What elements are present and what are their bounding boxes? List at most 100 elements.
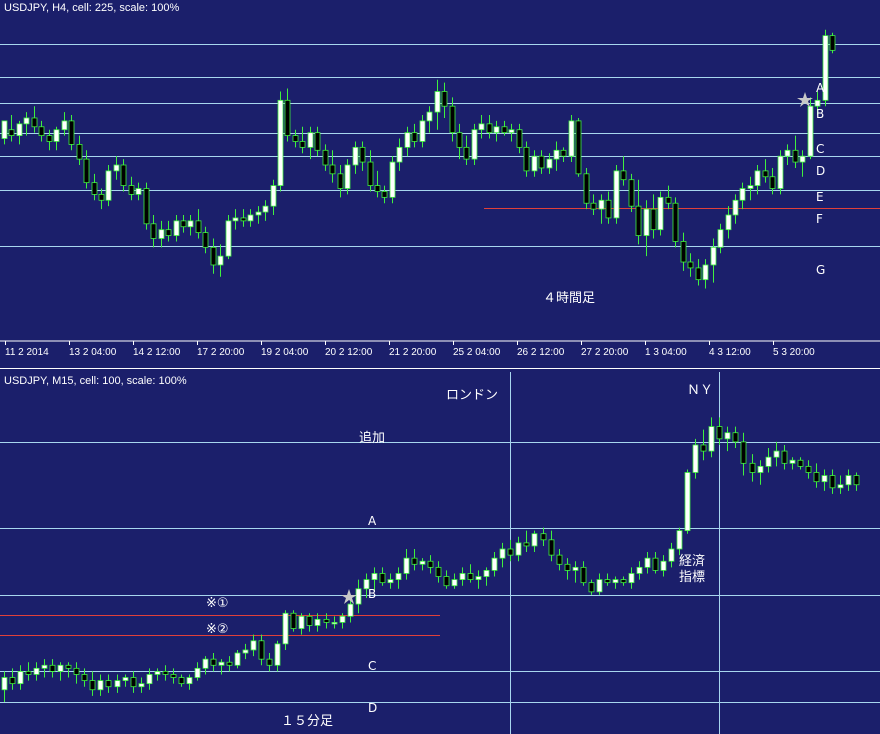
- m15-candle-body: [443, 576, 450, 587]
- h4-candle: [135, 182, 142, 201]
- h4-candle-body: [747, 185, 754, 189]
- m15-candle-body: [1, 677, 8, 691]
- m15-candle: [387, 573, 394, 589]
- m15-candle: [242, 643, 249, 660]
- m15-candle-body: [403, 557, 410, 574]
- m15-candle: [89, 671, 96, 696]
- h4-candle-body: [1, 120, 8, 139]
- m15-panel: USDJPY, M15, cell: 100, scale: 100% A B …: [0, 372, 880, 734]
- m15-candle: [612, 576, 619, 589]
- h4-candle-body: [128, 185, 135, 195]
- m15-candle-body: [355, 588, 362, 605]
- m15-candle-body: [596, 579, 603, 593]
- h4-candle-body: [478, 123, 485, 131]
- m15-candle: [644, 552, 651, 574]
- m15-candle: [210, 653, 217, 672]
- h4-candle-body: [493, 126, 500, 134]
- h4-candle: [575, 117, 582, 177]
- x-tick-label: 19 2 04:00: [261, 347, 309, 358]
- m15-candle-body: [564, 563, 571, 571]
- h4-candle-body: [120, 164, 127, 186]
- h4-level-lines: [0, 44, 880, 247]
- m15-candle-body: [250, 640, 257, 651]
- h4-candle-body: [814, 99, 821, 107]
- m15-candle: [515, 536, 522, 562]
- h4-candle: [463, 135, 470, 165]
- m15-candle-body: [708, 426, 715, 452]
- m15-candle-body: [81, 674, 88, 681]
- m15-candle-body: [146, 674, 153, 685]
- m15-star-icon: [341, 589, 357, 604]
- h4-candle-body: [441, 91, 448, 107]
- h4-candle-body: [337, 173, 344, 189]
- m15-candle: [290, 610, 297, 632]
- m15-candle-body: [805, 465, 812, 473]
- m15-candle: [250, 634, 257, 657]
- m15-candle-body: [331, 622, 338, 625]
- m15-candle-body: [700, 444, 707, 452]
- h4-candle: [217, 244, 224, 277]
- m15-candle: [749, 454, 756, 482]
- h4-level-c: C: [816, 142, 824, 156]
- h4-candle: [754, 165, 761, 195]
- m15-econ-label-2: 指標: [679, 570, 705, 585]
- x-tick-label: 17 2 20:00: [197, 347, 245, 358]
- m15-header: USDJPY, M15, cell: 100, scale: 100%: [4, 375, 187, 387]
- m15-candle-body: [65, 664, 72, 669]
- m15-candle-body: [130, 677, 137, 688]
- h4-candle-body: [31, 117, 38, 128]
- h4-candle-body: [680, 241, 687, 263]
- m15-candle-body: [813, 472, 820, 483]
- h4-candle: [829, 32, 836, 54]
- m15-candle: [298, 613, 305, 635]
- m15-candle-body: [572, 566, 579, 571]
- h4-candle-body: [486, 123, 493, 134]
- m15-candle-body: [105, 680, 112, 688]
- h4-candle: [344, 159, 351, 195]
- h4-level-b: B: [816, 107, 824, 121]
- x-tick-label: 21 2 20:00: [389, 347, 437, 358]
- h4-candle-body: [613, 170, 620, 219]
- h4-candle: [120, 159, 127, 192]
- x-tick-label: 20 2 12:00: [325, 347, 373, 358]
- h4-candle: [434, 79, 441, 130]
- h4-caption: ４時間足: [543, 291, 595, 306]
- h4-candle-body: [657, 196, 664, 231]
- h4-candle-body: [590, 202, 597, 210]
- m15-candle: [138, 677, 145, 693]
- h4-candle-body: [68, 120, 75, 145]
- m15-candle-body: [620, 579, 627, 584]
- m15-candle: [740, 432, 747, 476]
- h4-candle-body: [277, 99, 284, 186]
- h4-candle: [143, 182, 150, 230]
- h4-candle-body: [187, 220, 194, 228]
- m15-candle: [97, 674, 104, 696]
- m15-candle: [499, 542, 506, 568]
- h4-candle: [68, 115, 75, 151]
- h4-candle-body: [247, 214, 254, 222]
- h4-candle: [762, 159, 769, 183]
- h4-candle: [486, 115, 493, 139]
- m15-candle: [194, 662, 201, 681]
- m15-candle: [588, 579, 595, 595]
- m15-candle: [355, 579, 362, 614]
- m15-candle-body: [588, 582, 595, 593]
- h4-candle: [590, 194, 597, 215]
- h4-candle-body: [754, 170, 761, 186]
- m15-candle-body: [25, 671, 32, 675]
- h4-candle: [672, 197, 679, 248]
- h4-candle: [598, 194, 605, 224]
- m15-candle-body: [435, 566, 442, 577]
- m15-candle: [65, 662, 72, 678]
- m15-candle: [218, 659, 225, 675]
- h4-candle: [538, 150, 545, 174]
- m15-candle-body: [451, 579, 458, 587]
- m15-candle: [331, 616, 338, 629]
- m15-candle: [564, 558, 571, 580]
- m15-candle-body: [459, 573, 466, 580]
- m15-candle: [491, 552, 498, 577]
- m15-candle: [33, 662, 40, 681]
- h4-candle: [105, 165, 112, 207]
- h4-candle-body: [568, 120, 575, 157]
- m15-candle: [25, 662, 32, 681]
